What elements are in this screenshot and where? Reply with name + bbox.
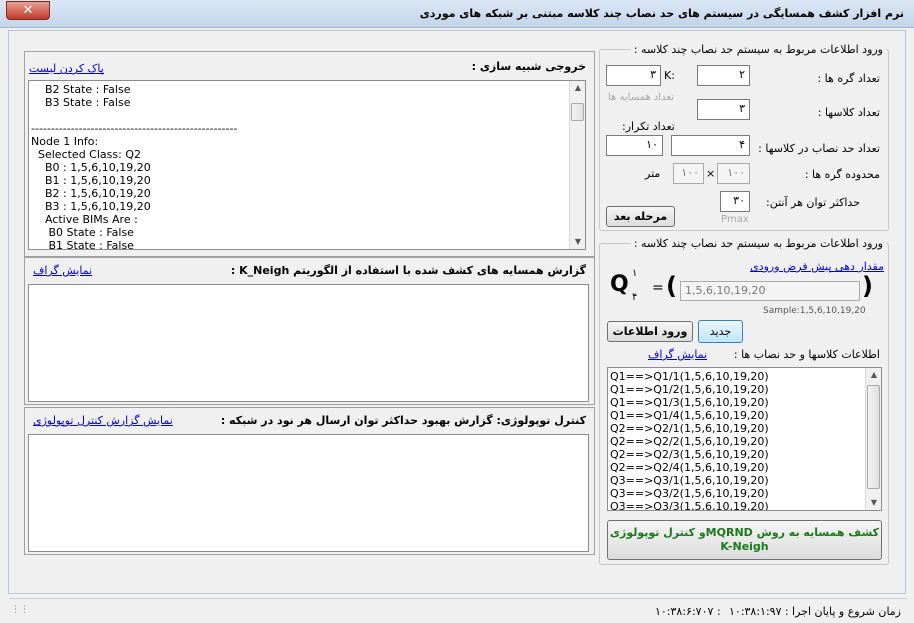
classes-list[interactable]: Q1==>Q1/1(1,5,6,10,19,20) Q1==>Q1/2(1,5,6… <box>607 367 882 511</box>
scroll-thumb[interactable] <box>571 103 584 121</box>
list-item[interactable]: Q2==>Q2/3(1,5,6,10,19,20) <box>610 448 860 461</box>
scroll-up-arrow-icon[interactable]: ▲ <box>866 368 881 382</box>
output-log-line: B2 State : False <box>31 83 131 96</box>
power-label: حداکثر توان هر آنتن: <box>765 196 860 209</box>
topology-panel: کنترل توپولوژی: گزارش بهبود حداکثر توان … <box>24 407 595 555</box>
list-item[interactable]: Q3==>Q3/2(1,5,6,10,19,20) <box>610 487 860 500</box>
output-panel: خروجی شبیه سازی : پاک کردن لیست B2 State… <box>24 51 595 257</box>
system-input-group: ورود اطلاعات مربوط به سیستم حد نصاب چند … <box>599 43 889 231</box>
sample-label: Sample:1,5,6,10,19,20 <box>763 306 866 316</box>
classes-list-items: Q1==>Q1/1(1,5,6,10,19,20) Q1==>Q1/2(1,5,6… <box>610 370 860 510</box>
output-title: خروجی شبیه سازی : <box>471 60 586 73</box>
power-input[interactable]: ۳۰ <box>720 191 750 212</box>
list-item[interactable]: Q1==>Q1/3(1,5,6,10,19,20) <box>610 396 860 409</box>
list-item[interactable]: Q1==>Q1/4(1,5,6,10,19,20) <box>610 409 860 422</box>
list-item[interactable]: Q2==>Q2/2(1,5,6,10,19,20) <box>610 435 860 448</box>
topology-report-box[interactable] <box>28 434 589 552</box>
topology-title: کنترل توپولوژی: گزارش بهبود حداکثر توان … <box>220 414 586 427</box>
list-item[interactable]: Q3==>Q3/3(1,5,6,10,19,20) <box>610 500 860 510</box>
output-log-line <box>31 109 561 122</box>
quorum-count-input[interactable]: ۴ <box>671 135 750 156</box>
nodes-label: تعداد گره ها : <box>817 72 880 85</box>
run-button-line1: کشف همسایه به روش MQRNDو کنترل توپولوژی <box>609 526 880 539</box>
scroll-down-arrow-icon[interactable]: ▼ <box>866 496 881 510</box>
output-log-line: Selected Class: Q2 <box>31 148 141 161</box>
kneigh-graph-link[interactable]: نمایش گراف <box>33 264 92 277</box>
output-log-line: B1 : 1,5,6,10,19,20 <box>31 174 151 187</box>
window-title: نرم افزار کشف همسایگی در سیستم های حد نص… <box>419 7 904 20</box>
classes-scrollbar[interactable]: ▲ ▼ <box>865 368 881 510</box>
kneigh-title: گزارش همسایه های کشف شده با استفاده از ا… <box>230 264 586 277</box>
output-log-line: B3 : 1,5,6,10,19,20 <box>31 200 151 213</box>
enter-data-button[interactable]: ورود اطلاعات <box>607 321 693 342</box>
scroll-thumb[interactable] <box>867 385 880 489</box>
resize-grip-icon[interactable]: ⋮⋮ <box>11 605 29 615</box>
title-bar: ✕ نرم افزار کشف همسایگی در سیستم های حد … <box>0 0 914 28</box>
repeat-label: تعداد تکرار: <box>622 120 675 133</box>
paren-open: ( <box>666 272 677 300</box>
area-x-input[interactable]: ۱۰۰ <box>717 163 750 184</box>
kneigh-report-box[interactable] <box>28 284 589 402</box>
q-symbol: Q <box>610 272 629 297</box>
output-log-line: Node 1 Info: <box>31 135 99 148</box>
quorum-input-title: ورود اطلاعات مربوط به سیستم حد نصاب چند … <box>630 237 886 250</box>
output-log-line: B1 State : False <box>31 239 134 250</box>
list-item[interactable]: Q1==>Q1/2(1,5,6,10,19,20) <box>610 383 860 396</box>
neighbors-count-label: تعداد همسایه ها <box>608 92 674 103</box>
client-area: خروجی شبیه سازی : پاک کردن لیست B2 State… <box>8 30 907 618</box>
start-time: ۱۰:۳۸:۱:۹۷ <box>729 605 782 618</box>
close-button[interactable]: ✕ <box>6 1 50 20</box>
quorum-input-group: ورود اطلاعات مربوط به سیستم حد نصاب چند … <box>599 237 889 565</box>
area-times-sign: × <box>706 167 716 180</box>
classes-info-label: اطلاعات کلاسها و حد نصاب ها : <box>733 348 880 361</box>
output-log-lines: B2 State : False B3 State : False ------… <box>31 83 561 250</box>
time-separator: : <box>717 605 721 618</box>
k-label: K: <box>664 69 675 82</box>
classes-graph-link[interactable]: نمایش گراف <box>648 348 707 361</box>
scroll-up-arrow-icon[interactable]: ▲ <box>570 81 585 95</box>
output-log-line: B3 State : False <box>31 96 131 109</box>
output-log-line: Active BIMs Are : <box>31 213 138 226</box>
output-log-line: ----------------------------------------… <box>31 122 238 135</box>
clear-list-link[interactable]: پاک کردن لیست <box>29 62 104 75</box>
paren-close: ) <box>862 272 873 300</box>
q-subscript: ۴ <box>632 292 638 303</box>
output-log-line: B2 : 1,5,6,10,19,20 <box>31 187 151 200</box>
scroll-down-arrow-icon[interactable]: ▼ <box>570 235 585 249</box>
q-superscript: ۱ <box>632 268 638 279</box>
new-button[interactable]: جدید <box>698 320 743 343</box>
run-button-line2: K-Neigh <box>720 540 769 553</box>
output-scrollbar[interactable]: ▲ ▼ <box>569 81 585 249</box>
area-label: محدوده گره ها : <box>804 168 880 181</box>
output-log-line: B0 : 1,5,6,10,19,20 <box>31 161 151 174</box>
kneigh-panel: گزارش همسایه های کشف شده با استفاده از ا… <box>24 257 595 405</box>
classes-label: تعداد کلاسها : <box>817 106 880 119</box>
output-log-line: B0 State : False <box>31 226 134 239</box>
next-step-button[interactable]: مرحله بعد <box>606 206 675 227</box>
output-log[interactable]: B2 State : False B3 State : False ------… <box>28 80 586 250</box>
repeat-input[interactable]: ۱۰ <box>606 135 663 156</box>
run-time-label: زمان شروع و پایان اجرا : <box>784 605 901 618</box>
area-unit-label: متر <box>645 167 661 180</box>
area-y-input[interactable]: ۱۰۰ <box>673 163 704 184</box>
run-mqrnd-kneigh-button[interactable]: کشف همسایه به روش MQRNDو کنترل توپولوژی … <box>607 520 882 560</box>
list-item[interactable]: Q2==>Q2/4(1,5,6,10,19,20) <box>610 461 860 474</box>
k-input[interactable]: ۳ <box>606 65 661 86</box>
list-item[interactable]: Q2==>Q2/1(1,5,6,10,19,20) <box>610 422 860 435</box>
list-item[interactable]: Q1==>Q1/1(1,5,6,10,19,20) <box>610 370 860 383</box>
topology-report-link[interactable]: نمایش گزارش کنترل توپولوژی <box>33 414 173 427</box>
classes-input[interactable]: ۳ <box>697 99 750 120</box>
system-input-title: ورود اطلاعات مربوط به سیستم حد نصاب چند … <box>630 43 886 56</box>
end-time: ۱۰:۳۸:۶:۷۰۷ <box>655 605 714 618</box>
list-item[interactable]: Q3==>Q3/1(1,5,6,10,19,20) <box>610 474 860 487</box>
nodes-input[interactable]: ۲ <box>697 65 750 86</box>
equals-sign: = <box>652 280 664 296</box>
quorum-value-input[interactable]: 1,5,6,10,19,20 <box>680 281 860 301</box>
pmax-label: Pmax <box>721 214 749 225</box>
quorum-count-label: تعداد حد نصاب در کلاسها : <box>758 142 880 155</box>
